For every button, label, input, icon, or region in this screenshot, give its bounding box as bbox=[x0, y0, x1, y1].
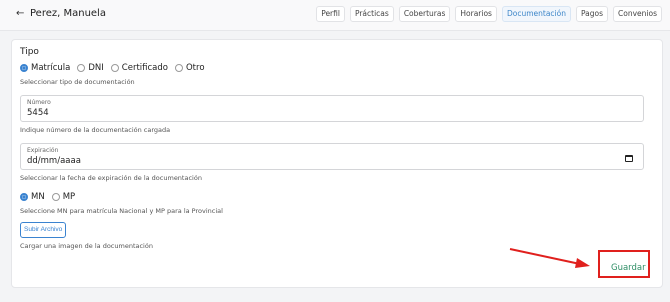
tab-perfil[interactable]: Perfil bbox=[316, 6, 345, 22]
radio-otro-input[interactable] bbox=[174, 64, 183, 72]
radio-mp[interactable]: MP bbox=[51, 192, 76, 202]
radio-certificado[interactable]: Certificado bbox=[110, 63, 168, 73]
tipo-label: Tipo bbox=[20, 47, 39, 57]
expiracion-field-label: Expiración bbox=[27, 147, 59, 154]
page-title: Perez, Manuela bbox=[30, 8, 106, 19]
tab-convenios[interactable]: Convenios bbox=[613, 6, 662, 22]
jurisdiccion-help-text: Seleccione MN para matrícula Nacional y … bbox=[20, 207, 223, 215]
tab-documentacion[interactable]: Documentación bbox=[501, 6, 571, 22]
radio-mn-label: MN bbox=[31, 192, 45, 202]
tipo-radio-group: Matrícula DNI Certificado Otro bbox=[20, 63, 212, 73]
radio-matricula-label: Matrícula bbox=[31, 63, 71, 73]
radio-mp-label: MP bbox=[62, 192, 76, 202]
radio-otro-label: Otro bbox=[185, 63, 205, 73]
top-bar: ← Perez, Manuela Perfil Prácticas Cobert… bbox=[0, 0, 670, 31]
numero-field-label: Número bbox=[27, 99, 51, 106]
tab-practicas[interactable]: Prácticas bbox=[349, 6, 394, 22]
expiracion-field-value[interactable]: dd/mm/aaaa bbox=[27, 156, 81, 166]
back-arrow-icon[interactable]: ← bbox=[16, 8, 24, 19]
radio-mp-input[interactable] bbox=[51, 193, 60, 201]
radio-mn[interactable]: MN bbox=[20, 192, 45, 202]
tipo-help-text: Seleccionar tipo de documentación bbox=[20, 78, 135, 86]
radio-otro[interactable]: Otro bbox=[174, 63, 205, 73]
radio-dni-label: DNI bbox=[88, 63, 104, 73]
radio-matricula[interactable]: Matrícula bbox=[20, 63, 70, 73]
expiracion-field[interactable]: Expiración dd/mm/aaaa bbox=[20, 143, 644, 170]
calendar-icon[interactable] bbox=[625, 155, 633, 162]
tab-pagos[interactable]: Pagos bbox=[575, 6, 609, 22]
radio-mn-input[interactable] bbox=[20, 193, 28, 201]
radio-certificado-label: Certificado bbox=[121, 63, 168, 73]
radio-dni[interactable]: DNI bbox=[77, 63, 104, 73]
tab-bar: Perfil Prácticas Coberturas Horarios Doc… bbox=[316, 6, 662, 22]
upload-help-text: Cargar una imagen de la documentación bbox=[20, 242, 153, 250]
numero-field[interactable]: Número 5454 bbox=[20, 95, 644, 122]
save-button[interactable]: Guardar bbox=[611, 263, 646, 273]
annotation-arrow-icon bbox=[509, 248, 590, 268]
radio-dni-input[interactable] bbox=[77, 64, 86, 72]
radio-certificado-input[interactable] bbox=[110, 64, 119, 72]
expiracion-help-text: Seleccionar la fecha de expiración de la… bbox=[20, 174, 202, 182]
tab-horarios[interactable]: Horarios bbox=[455, 6, 497, 22]
numero-field-value[interactable]: 5454 bbox=[27, 108, 49, 118]
jurisdiccion-radio-group: MN MP bbox=[20, 192, 82, 202]
numero-help-text: Indique número de la documentación carga… bbox=[20, 126, 171, 134]
radio-matricula-input[interactable] bbox=[20, 64, 28, 72]
upload-file-button[interactable]: Subir Archivo bbox=[20, 222, 67, 238]
tab-coberturas[interactable]: Coberturas bbox=[398, 6, 451, 22]
